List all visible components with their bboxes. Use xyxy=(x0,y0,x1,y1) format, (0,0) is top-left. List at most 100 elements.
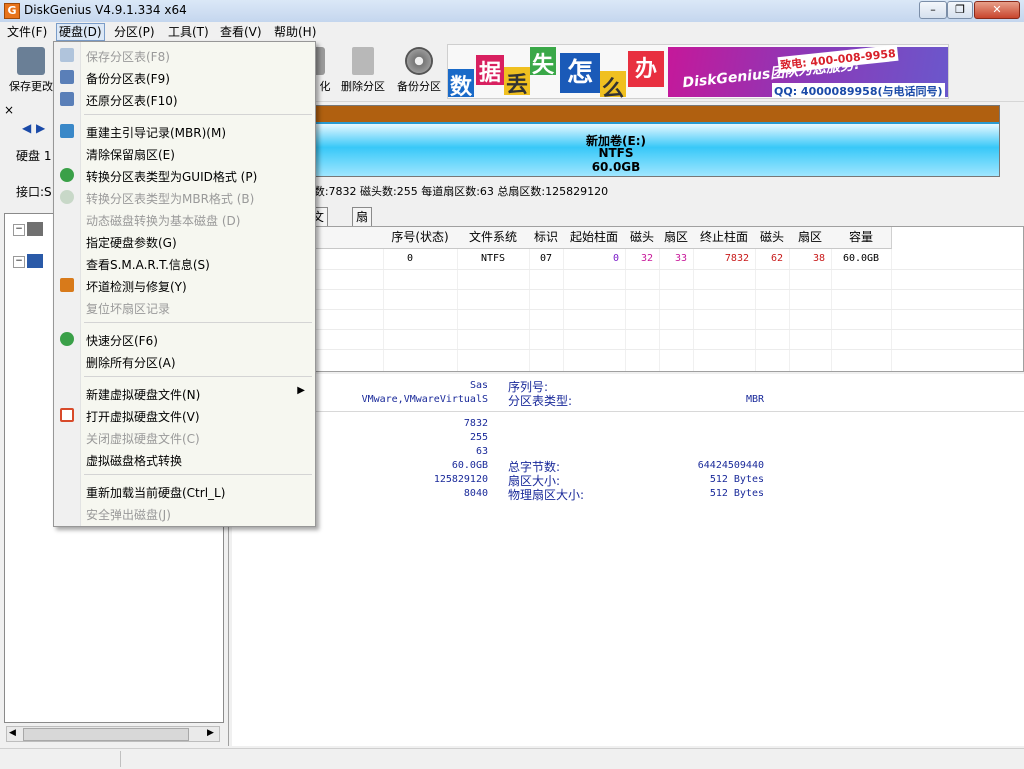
banner-tile: 丢 xyxy=(504,67,530,98)
detail-capacity: 60.0GB xyxy=(451,460,488,471)
column-header[interactable]: 文件系统 xyxy=(457,227,530,249)
menu-item-rebuild-mbr[interactable]: 重建主引导记录(MBR)(M) xyxy=(56,121,313,141)
banner-qq: QQ: 4000089958(与电话同号) xyxy=(772,83,945,98)
tools-icon xyxy=(60,278,74,292)
menu-partition[interactable]: 分区(P) xyxy=(112,24,157,40)
prev-disk-icon[interactable]: ◀ xyxy=(22,121,31,135)
tree-expand-icon[interactable]: − xyxy=(13,224,25,236)
menu-item-safe-eject[interactable]: 安全弹出磁盘(J) xyxy=(56,503,313,523)
menu-tools[interactable]: 工具(T) xyxy=(166,24,211,40)
tree-expand-icon[interactable]: − xyxy=(13,256,25,268)
submenu-arrow-icon: ▶ xyxy=(297,385,305,396)
scroll-right-icon[interactable]: ▶ xyxy=(207,728,214,738)
save-icon xyxy=(17,47,45,75)
menu-item-backup-partition-table[interactable]: 备份分区表(F9) xyxy=(56,67,313,87)
banner-tile: 么 xyxy=(600,71,626,98)
disk-menu-dropdown: 保存分区表(F8) 备份分区表(F9) 还原分区表(F10) 重建主引导记录(M… xyxy=(53,41,316,527)
menu-item-dynamic-to-basic[interactable]: 动态磁盘转换为基本磁盘 (D) xyxy=(56,209,313,229)
trash-icon xyxy=(352,47,374,75)
column-header[interactable]: 磁头 xyxy=(755,227,790,249)
maximize-button[interactable]: ❐ xyxy=(947,1,973,19)
tree-horizontal-scrollbar[interactable]: ◀ ▶ xyxy=(6,726,220,742)
detail-heads: 255 xyxy=(469,432,488,443)
banner-tile: 办 xyxy=(628,51,664,87)
close-button[interactable]: ✕ xyxy=(974,1,1020,19)
menu-item-open-virtual-disk[interactable]: 打开虚拟硬盘文件(V) xyxy=(56,405,313,425)
ptype-value: MBR xyxy=(745,394,764,405)
menu-file[interactable]: 文件(F) xyxy=(5,24,49,40)
cell-start-sector: 33 xyxy=(674,253,687,264)
column-header[interactable]: 起始柱面 xyxy=(563,227,626,249)
cell-capacity: 60.0GB xyxy=(842,253,880,264)
save-table-icon xyxy=(60,48,74,62)
banner-tile: 怎 xyxy=(560,53,600,93)
menu-item-save-partition-table[interactable]: 保存分区表(F8) xyxy=(56,45,313,65)
detail-sectors-per-track: 63 xyxy=(475,446,488,457)
phys-sector-label: 物理扇区大小: xyxy=(508,488,585,502)
partition-fs: NTFS xyxy=(598,146,634,160)
cell-id: 07 xyxy=(539,253,553,264)
save-changes-button[interactable]: 保存更改 xyxy=(6,45,56,97)
scroll-thumb[interactable] xyxy=(23,728,189,741)
column-header[interactable]: 容量 xyxy=(831,227,892,249)
clock-icon xyxy=(60,332,74,346)
menu-item-smart-info[interactable]: 查看S.M.A.R.T.信息(S) xyxy=(56,253,313,273)
app-icon: G xyxy=(4,3,20,19)
menu-item-close-virtual-disk[interactable]: 关闭虚拟硬盘文件(C) xyxy=(56,427,313,447)
sector-size-value: 512 Bytes xyxy=(709,474,764,485)
menu-item-reload-disk[interactable]: 重新加载当前硬盘(Ctrl_L) xyxy=(56,481,313,501)
ad-banner[interactable]: 数 据 丢 失 怎 么 办 DiskGenius团队为您服务! 致电: 400-… xyxy=(447,44,949,99)
menu-item-new-virtual-disk[interactable]: 新建虚拟硬盘文件(N) ▶ xyxy=(56,383,313,403)
rebuild-mbr-icon xyxy=(60,124,74,138)
detail-model: VMware,VMwareVirtualS xyxy=(361,394,488,405)
restore-table-icon xyxy=(60,92,74,106)
column-header[interactable]: 终止柱面 xyxy=(693,227,756,249)
cell-end-head: 62 xyxy=(770,253,783,264)
banner-tile: 失 xyxy=(530,47,556,78)
menu-item-convert-to-mbr[interactable]: 转换分区表类型为MBR格式 (B) xyxy=(56,187,313,207)
delete-partition-button[interactable]: 删除分区 xyxy=(338,45,388,97)
menu-item-specify-disk-params[interactable]: 指定硬盘参数(G) xyxy=(56,231,313,251)
cell-start-head: 32 xyxy=(640,253,653,264)
menu-item-restore-partition-table[interactable]: 还原分区表(F10) xyxy=(56,89,313,109)
cell-end-cyl: 7832 xyxy=(724,253,749,264)
menu-item-quick-partition[interactable]: 快速分区(F6) xyxy=(56,329,313,349)
tab-sector-edit[interactable]: 扇区编辑 xyxy=(352,207,373,278)
menu-item-bad-sector-check[interactable]: 坏道检测与修复(Y) xyxy=(56,275,313,295)
cell-end-sector: 38 xyxy=(812,253,825,264)
column-header[interactable]: 标识 xyxy=(529,227,564,249)
menu-item-convert-to-guid[interactable]: 转换分区表类型为GUID格式 (P) xyxy=(56,165,313,185)
disk-details: Sas VMware,VMwareVirtualS 序列号: 分区表类型: MB… xyxy=(232,374,1024,746)
menu-view[interactable]: 查看(V) xyxy=(218,24,264,40)
menu-help[interactable]: 帮助(H) xyxy=(272,24,318,40)
total-bytes-value: 64424509440 xyxy=(697,460,764,471)
backup-partition-button[interactable]: 备份分区 xyxy=(394,45,444,97)
menu-item-delete-all-partitions[interactable]: 删除所有分区(A) xyxy=(56,351,313,371)
partition-map[interactable]: 新加卷(E:) NTFS 60.0GB xyxy=(232,105,1000,177)
panel-close-icon[interactable]: × xyxy=(4,103,14,117)
menu-item-virtual-disk-convert[interactable]: 虚拟磁盘格式转换 xyxy=(56,449,313,469)
detail-total-sectors: 125829120 xyxy=(433,474,488,485)
column-header[interactable]: 扇区 xyxy=(789,227,832,249)
detail-extra: 8040 xyxy=(463,488,488,499)
menu-disk[interactable]: 硬盘(D) xyxy=(56,23,105,41)
banner-tile: 数 xyxy=(448,69,474,98)
column-header[interactable]: 磁头 xyxy=(625,227,660,249)
delete-partition-label: 删除分区 xyxy=(341,80,385,93)
column-header[interactable]: 扇区 xyxy=(659,227,694,249)
next-disk-icon[interactable]: ▶ xyxy=(36,121,45,135)
title-bar: G DiskGenius V4.9.1.334 x64 – ❐ ✕ xyxy=(0,0,1024,23)
minimize-button[interactable]: – xyxy=(919,1,947,19)
backup-table-icon xyxy=(60,70,74,84)
scroll-left-icon[interactable]: ◀ xyxy=(9,728,16,738)
partition-table: 序号(状态) 文件系统 标识 起始柱面 磁头 扇区 终止柱面 磁头 扇区 容量 … xyxy=(232,226,1024,372)
menu-item-clear-reserved-sectors[interactable]: 清除保留扇区(E) xyxy=(56,143,313,163)
cell-index: 0 xyxy=(406,253,414,264)
disk-label: 硬盘 1 xyxy=(16,149,52,163)
menu-bar: 文件(F) 硬盘(D) 分区(P) 工具(T) 查看(V) 帮助(H) xyxy=(0,22,1024,41)
open-vdisk-icon xyxy=(60,408,74,422)
column-header[interactable]: 序号(状态) xyxy=(383,227,458,249)
menu-item-reset-bad-sector-log[interactable]: 复位坏扇区记录 xyxy=(56,297,313,317)
save-changes-label: 保存更改 xyxy=(9,80,53,93)
cell-fs: NTFS xyxy=(480,253,506,264)
